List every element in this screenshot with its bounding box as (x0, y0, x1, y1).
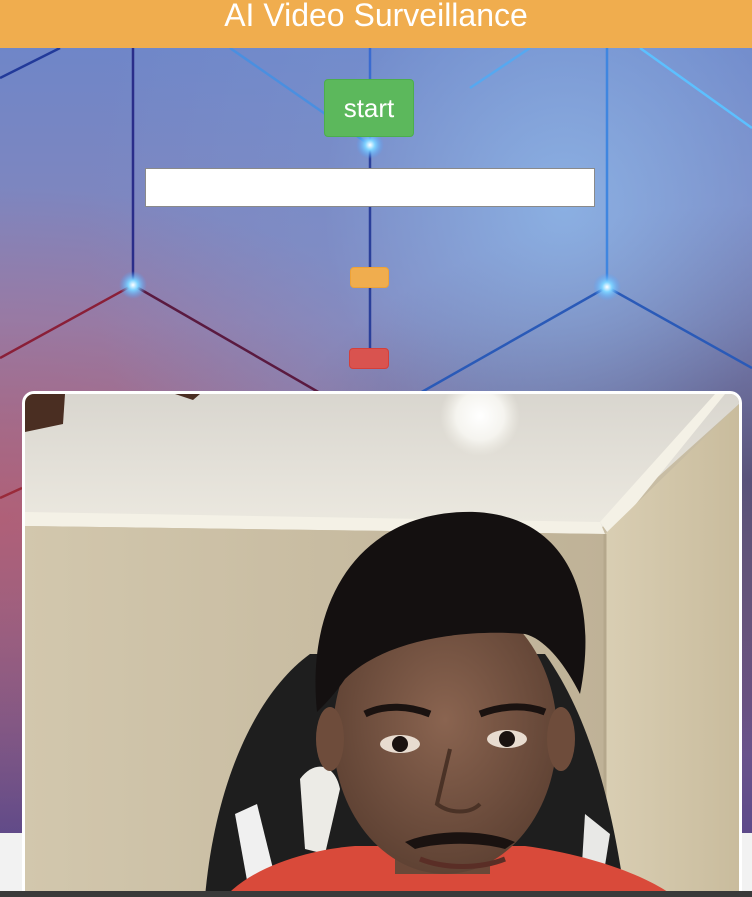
webcam-feed-image (25, 394, 739, 897)
page-header: AI Video Surveillance (0, 0, 752, 48)
bottom-scroll-bar (0, 891, 752, 897)
warning-button[interactable] (350, 267, 389, 288)
start-button[interactable]: start (324, 79, 414, 137)
stream-url-input[interactable] (145, 168, 595, 207)
page-title: AI Video Surveillance (224, 0, 528, 33)
webcam-video-feed (22, 391, 742, 897)
stop-button[interactable] (349, 348, 389, 369)
